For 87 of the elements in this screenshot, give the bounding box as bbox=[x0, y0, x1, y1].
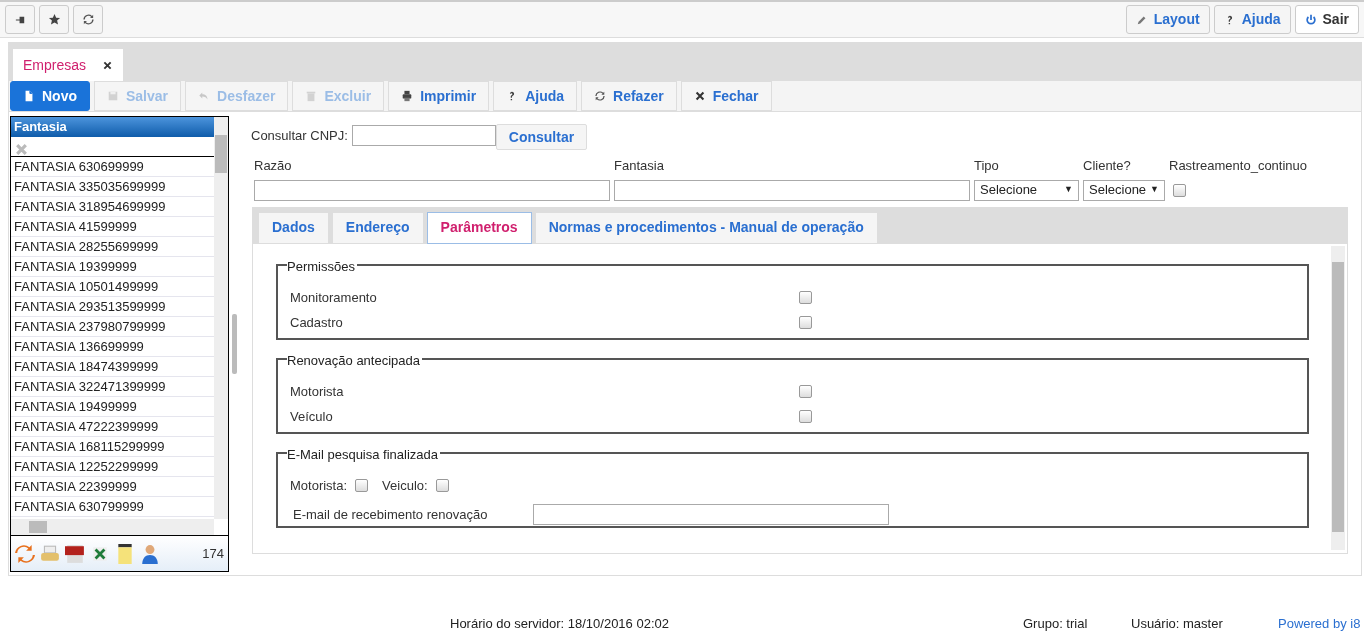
printer-icon bbox=[401, 90, 414, 102]
select-field[interactable]: Selecione ▼ bbox=[974, 179, 1079, 201]
tab[interactable]: Normas e procedimentos - Manual de operação bbox=[534, 211, 878, 244]
clear-filter-icon[interactable] bbox=[14, 142, 29, 158]
checkbox-label: Monitoramento bbox=[290, 288, 377, 307]
field-label: E-mail de recebimento renovação bbox=[293, 505, 489, 524]
printer-icon[interactable] bbox=[40, 543, 60, 564]
checkbox-label: Veículo bbox=[290, 407, 333, 426]
checkbox[interactable] bbox=[1173, 183, 1186, 197]
save-icon bbox=[107, 90, 119, 102]
list-item[interactable]: FANTASIA 28255699999 bbox=[11, 237, 214, 257]
list-item[interactable]: FANTASIA 47222399999 bbox=[11, 417, 214, 437]
list-item[interactable]: FANTASIA 335035699999 bbox=[11, 177, 214, 197]
tab[interactable]: Dados bbox=[258, 211, 329, 244]
column-header[interactable]: Fantasia bbox=[11, 117, 214, 137]
list-item[interactable]: FANTASIA 19399999 bbox=[11, 257, 214, 277]
refresh-icon bbox=[81, 13, 95, 26]
toolbar-button[interactable]: Sair bbox=[1294, 5, 1359, 34]
action-button[interactable]: Fechar bbox=[680, 81, 772, 111]
server-time: Horário do servidor: 18/10/2016 02:02 bbox=[450, 615, 669, 633]
file-icon bbox=[23, 90, 35, 102]
action-button[interactable]: Novo bbox=[10, 81, 90, 111]
notepad-icon[interactable] bbox=[115, 543, 135, 564]
record-count: 174 bbox=[202, 544, 224, 563]
vertical-scrollbar[interactable] bbox=[1331, 245, 1345, 550]
close-icon bbox=[693, 90, 706, 102]
vertical-scrollbar[interactable] bbox=[214, 117, 228, 519]
text-input[interactable] bbox=[254, 179, 610, 201]
field-label: Razão bbox=[254, 157, 293, 175]
splitter-handle[interactable] bbox=[232, 314, 237, 374]
list-item[interactable]: FANTASIA 22399999 bbox=[11, 477, 214, 497]
field-label: Tipo bbox=[974, 157, 1000, 175]
list-item[interactable]: FANTASIA 630799999 bbox=[11, 497, 214, 517]
checkbox[interactable] bbox=[435, 479, 449, 492]
list-item[interactable]: FANTASIA 630699999 bbox=[11, 157, 214, 177]
list-item[interactable]: FANTASIA 12252299999 bbox=[11, 457, 214, 477]
list-item[interactable]: FANTASIA 168115299999 bbox=[11, 437, 214, 457]
document-tab[interactable]: Empresas bbox=[13, 49, 124, 81]
checkbox[interactable] bbox=[799, 291, 812, 304]
list-item[interactable]: FANTASIA 322471399999 bbox=[11, 377, 214, 397]
action-button[interactable]: Ajuda bbox=[493, 81, 578, 111]
star-button[interactable] bbox=[39, 5, 69, 34]
checkbox-label: Motorista bbox=[290, 382, 344, 401]
checkbox-label: Veiculo: bbox=[382, 476, 428, 495]
cnpj-input[interactable] bbox=[351, 125, 496, 146]
horizontal-scrollbar[interactable] bbox=[11, 519, 214, 535]
tab[interactable]: Parâmetros bbox=[426, 211, 532, 244]
group-label: Grupo: trial bbox=[1023, 615, 1088, 633]
action-button[interactable]: Imprimir bbox=[388, 81, 490, 111]
user-label: Usuário: master bbox=[1131, 615, 1223, 633]
list-item[interactable]: FANTASIA 293513599999 bbox=[11, 297, 214, 317]
list-item[interactable]: FANTASIA 19499999 bbox=[11, 397, 214, 417]
list-item[interactable]: FANTASIA 237980799999 bbox=[11, 317, 214, 337]
select-field[interactable]: Selecione ▼ bbox=[1083, 179, 1165, 201]
email-input[interactable] bbox=[533, 504, 889, 525]
list-item[interactable]: FANTASIA 10501499999 bbox=[11, 277, 214, 297]
action-button[interactable]: Refazer bbox=[581, 81, 677, 111]
checkbox[interactable] bbox=[355, 479, 369, 492]
field-label: Rastreamento_continuo bbox=[1169, 157, 1309, 175]
checkbox[interactable] bbox=[799, 385, 812, 398]
refresh-button[interactable] bbox=[73, 5, 103, 34]
toolbar-button[interactable]: Ajuda bbox=[1213, 5, 1291, 34]
pin-button[interactable] bbox=[5, 5, 35, 34]
pdf-icon[interactable] bbox=[65, 543, 85, 564]
refresh-icon bbox=[594, 90, 607, 102]
list-item[interactable]: FANTASIA 318954699999 bbox=[11, 197, 214, 217]
trash-icon bbox=[305, 90, 318, 102]
field-label: Consultar CNPJ: bbox=[251, 126, 348, 145]
field-label: Fantasia bbox=[614, 157, 665, 175]
powered-by-link[interactable]: Powered by i8 bbox=[1278, 614, 1361, 634]
user-icon[interactable] bbox=[140, 543, 160, 564]
checkbox-label: Motorista: bbox=[290, 476, 348, 495]
checkbox[interactable] bbox=[799, 316, 812, 329]
checkbox[interactable] bbox=[799, 410, 812, 423]
text-input[interactable] bbox=[614, 179, 970, 201]
toolbar-button[interactable]: Layout bbox=[1125, 5, 1210, 34]
close-icon bbox=[102, 59, 114, 71]
consultar-button[interactable]: Consultar bbox=[495, 124, 588, 150]
refresh-arrows-icon[interactable] bbox=[15, 543, 35, 564]
power-icon bbox=[1304, 13, 1317, 26]
list-item[interactable]: FANTASIA 18474399999 bbox=[11, 357, 214, 377]
field-label: Cliente? bbox=[1083, 157, 1132, 175]
checkbox-label: Cadastro bbox=[290, 313, 343, 332]
list-item[interactable]: FANTASIA 41599999 bbox=[11, 217, 214, 237]
tab[interactable]: Endereço bbox=[331, 211, 424, 244]
star-icon bbox=[47, 13, 61, 26]
list-item[interactable]: FANTASIA 136699999 bbox=[11, 337, 214, 357]
